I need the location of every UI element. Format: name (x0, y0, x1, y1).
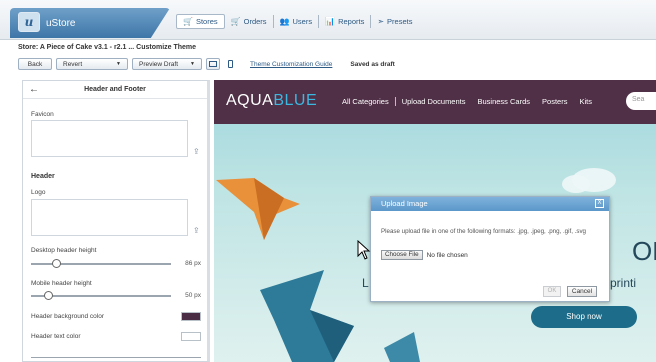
close-icon[interactable]: X (595, 199, 604, 208)
divider (31, 357, 201, 358)
preview-search-input[interactable]: Sea (626, 92, 656, 110)
slider-handle[interactable] (44, 291, 54, 300)
chevron-down-icon: ▼ (116, 61, 121, 67)
nav-reports[interactable]: 📊 Reports (319, 14, 372, 28)
presets-icon: ➣ (377, 16, 385, 26)
cart-icon: 🛒 (230, 16, 241, 26)
nav-label: Users (292, 16, 313, 26)
file-input[interactable]: Choose File No file chosen (381, 250, 468, 260)
desktop-view-button[interactable] (206, 58, 220, 70)
menu-item[interactable]: Posters (536, 97, 573, 106)
sidebar-title: Header and Footer (84, 86, 146, 93)
preview-label: Preview Draft (139, 60, 179, 68)
revert-label: Revert (63, 60, 83, 68)
menu-item[interactable]: Kits (573, 97, 598, 106)
app-name: uStore (46, 18, 76, 29)
logo-text-a: AQUA (226, 92, 274, 109)
hero-subtitle-start: L (362, 276, 369, 290)
menu-item[interactable]: Business Cards (472, 97, 537, 106)
hero-title: ON (632, 236, 656, 266)
desktop-height-value: 86 px (185, 260, 201, 267)
menu-item[interactable]: All Categories (336, 97, 395, 106)
file-status: No file chosen (426, 251, 468, 259)
upload-icon[interactable]: ⇪ (193, 147, 200, 156)
header-text-color-label: Header text color (31, 333, 81, 340)
nav-label: Orders (243, 16, 267, 26)
nav-users[interactable]: 👥 Users (274, 14, 320, 28)
back-button[interactable]: Back (18, 58, 52, 70)
favicon-label: Favicon (31, 111, 54, 118)
phone-icon (227, 60, 233, 68)
slider-handle[interactable] (51, 259, 61, 268)
upload-image-dialog: Upload Image X Please upload file in one… (370, 196, 610, 302)
back-label: Back (27, 60, 43, 68)
dialog-message: Please upload file in one of the followi… (381, 228, 586, 235)
header-bg-color-label: Header background color (31, 313, 104, 320)
choose-file-button[interactable]: Choose File (381, 250, 423, 260)
preview-logo[interactable]: AQUABLUE (226, 92, 317, 110)
upload-icon[interactable]: ⇪ (193, 226, 200, 235)
preview-header: AQUABLUE All Categories Upload Documents… (214, 80, 656, 124)
chevron-down-icon: ▼ (190, 61, 195, 67)
header-bg-color-swatch[interactable] (181, 312, 201, 321)
mobile-height-label: Mobile header height (31, 280, 92, 287)
cancel-button[interactable]: Cancel (567, 286, 597, 297)
nav-label: Reports (338, 16, 365, 26)
nav-presets[interactable]: ➣ Presets (371, 15, 418, 28)
logo-label: Logo (31, 189, 46, 196)
mouse-cursor-icon (357, 240, 371, 260)
app-brand[interactable]: u uStore (10, 8, 170, 38)
users-icon: 👥 (279, 16, 290, 26)
cart-icon: 🛒 (183, 16, 193, 26)
menu-item[interactable]: Upload Documents (394, 97, 472, 106)
monitor-icon (209, 61, 217, 67)
nav-label: Stores (195, 16, 218, 26)
favicon-dropzone[interactable] (31, 120, 188, 157)
toolbar: Back Revert ▼ Preview Draft ▼ Theme Custom… (18, 57, 395, 71)
back-arrow-icon[interactable]: ← (23, 84, 45, 95)
cloud-shape (562, 175, 590, 193)
store-breadcrumb: Store: A Piece of Cake v3.1 - r2.1 ... C… (18, 44, 197, 51)
desktop-height-slider[interactable] (31, 259, 171, 269)
nav-label: Presets (387, 16, 413, 26)
top-bar: u uStore 🛒 Stores 🛒 Orders 👥 Users 📊 Rep… (0, 0, 656, 40)
preview-draft-dropdown[interactable]: Preview Draft ▼ (132, 58, 202, 70)
nav-orders[interactable]: 🛒 Orders (225, 14, 274, 28)
sidebar-header: ← Header and Footer (23, 81, 207, 99)
mobile-height-value: 50 px (185, 292, 201, 299)
save-status: Saved as draft (350, 60, 395, 68)
logo-dropzone[interactable] (31, 199, 188, 236)
nav-stores[interactable]: 🛒 Stores (176, 13, 225, 29)
mobile-view-button[interactable] (224, 58, 236, 70)
reports-icon: 📊 (325, 16, 336, 26)
mobile-height-slider[interactable] (31, 291, 171, 301)
header-section-title: Header (31, 173, 55, 180)
theme-guide-link[interactable]: Theme Customization Guide (250, 61, 332, 68)
shop-now-button[interactable]: Shop now (531, 306, 637, 328)
ok-button[interactable]: OK (543, 286, 561, 297)
header-text-color-swatch[interactable] (181, 332, 201, 341)
desktop-height-label: Desktop header height (31, 247, 97, 254)
dialog-title: Upload Image (381, 199, 428, 208)
dialog-title-bar: Upload Image X (371, 197, 609, 211)
ustore-logo: u (18, 12, 40, 32)
logo-text-b: BLUE (273, 92, 318, 109)
revert-dropdown[interactable]: Revert ▼ (56, 58, 128, 70)
blue-bird-shape (384, 332, 420, 362)
preview-menu: All Categories Upload Documents Business… (336, 97, 598, 106)
customize-sidebar: ← Header and Footer Favicon ⇪ Header Log… (22, 80, 210, 362)
hero-subtitle-end: printi (610, 276, 637, 290)
main-nav: 🛒 Stores 🛒 Orders 👥 Users 📊 Reports ➣ Pr… (176, 12, 418, 30)
